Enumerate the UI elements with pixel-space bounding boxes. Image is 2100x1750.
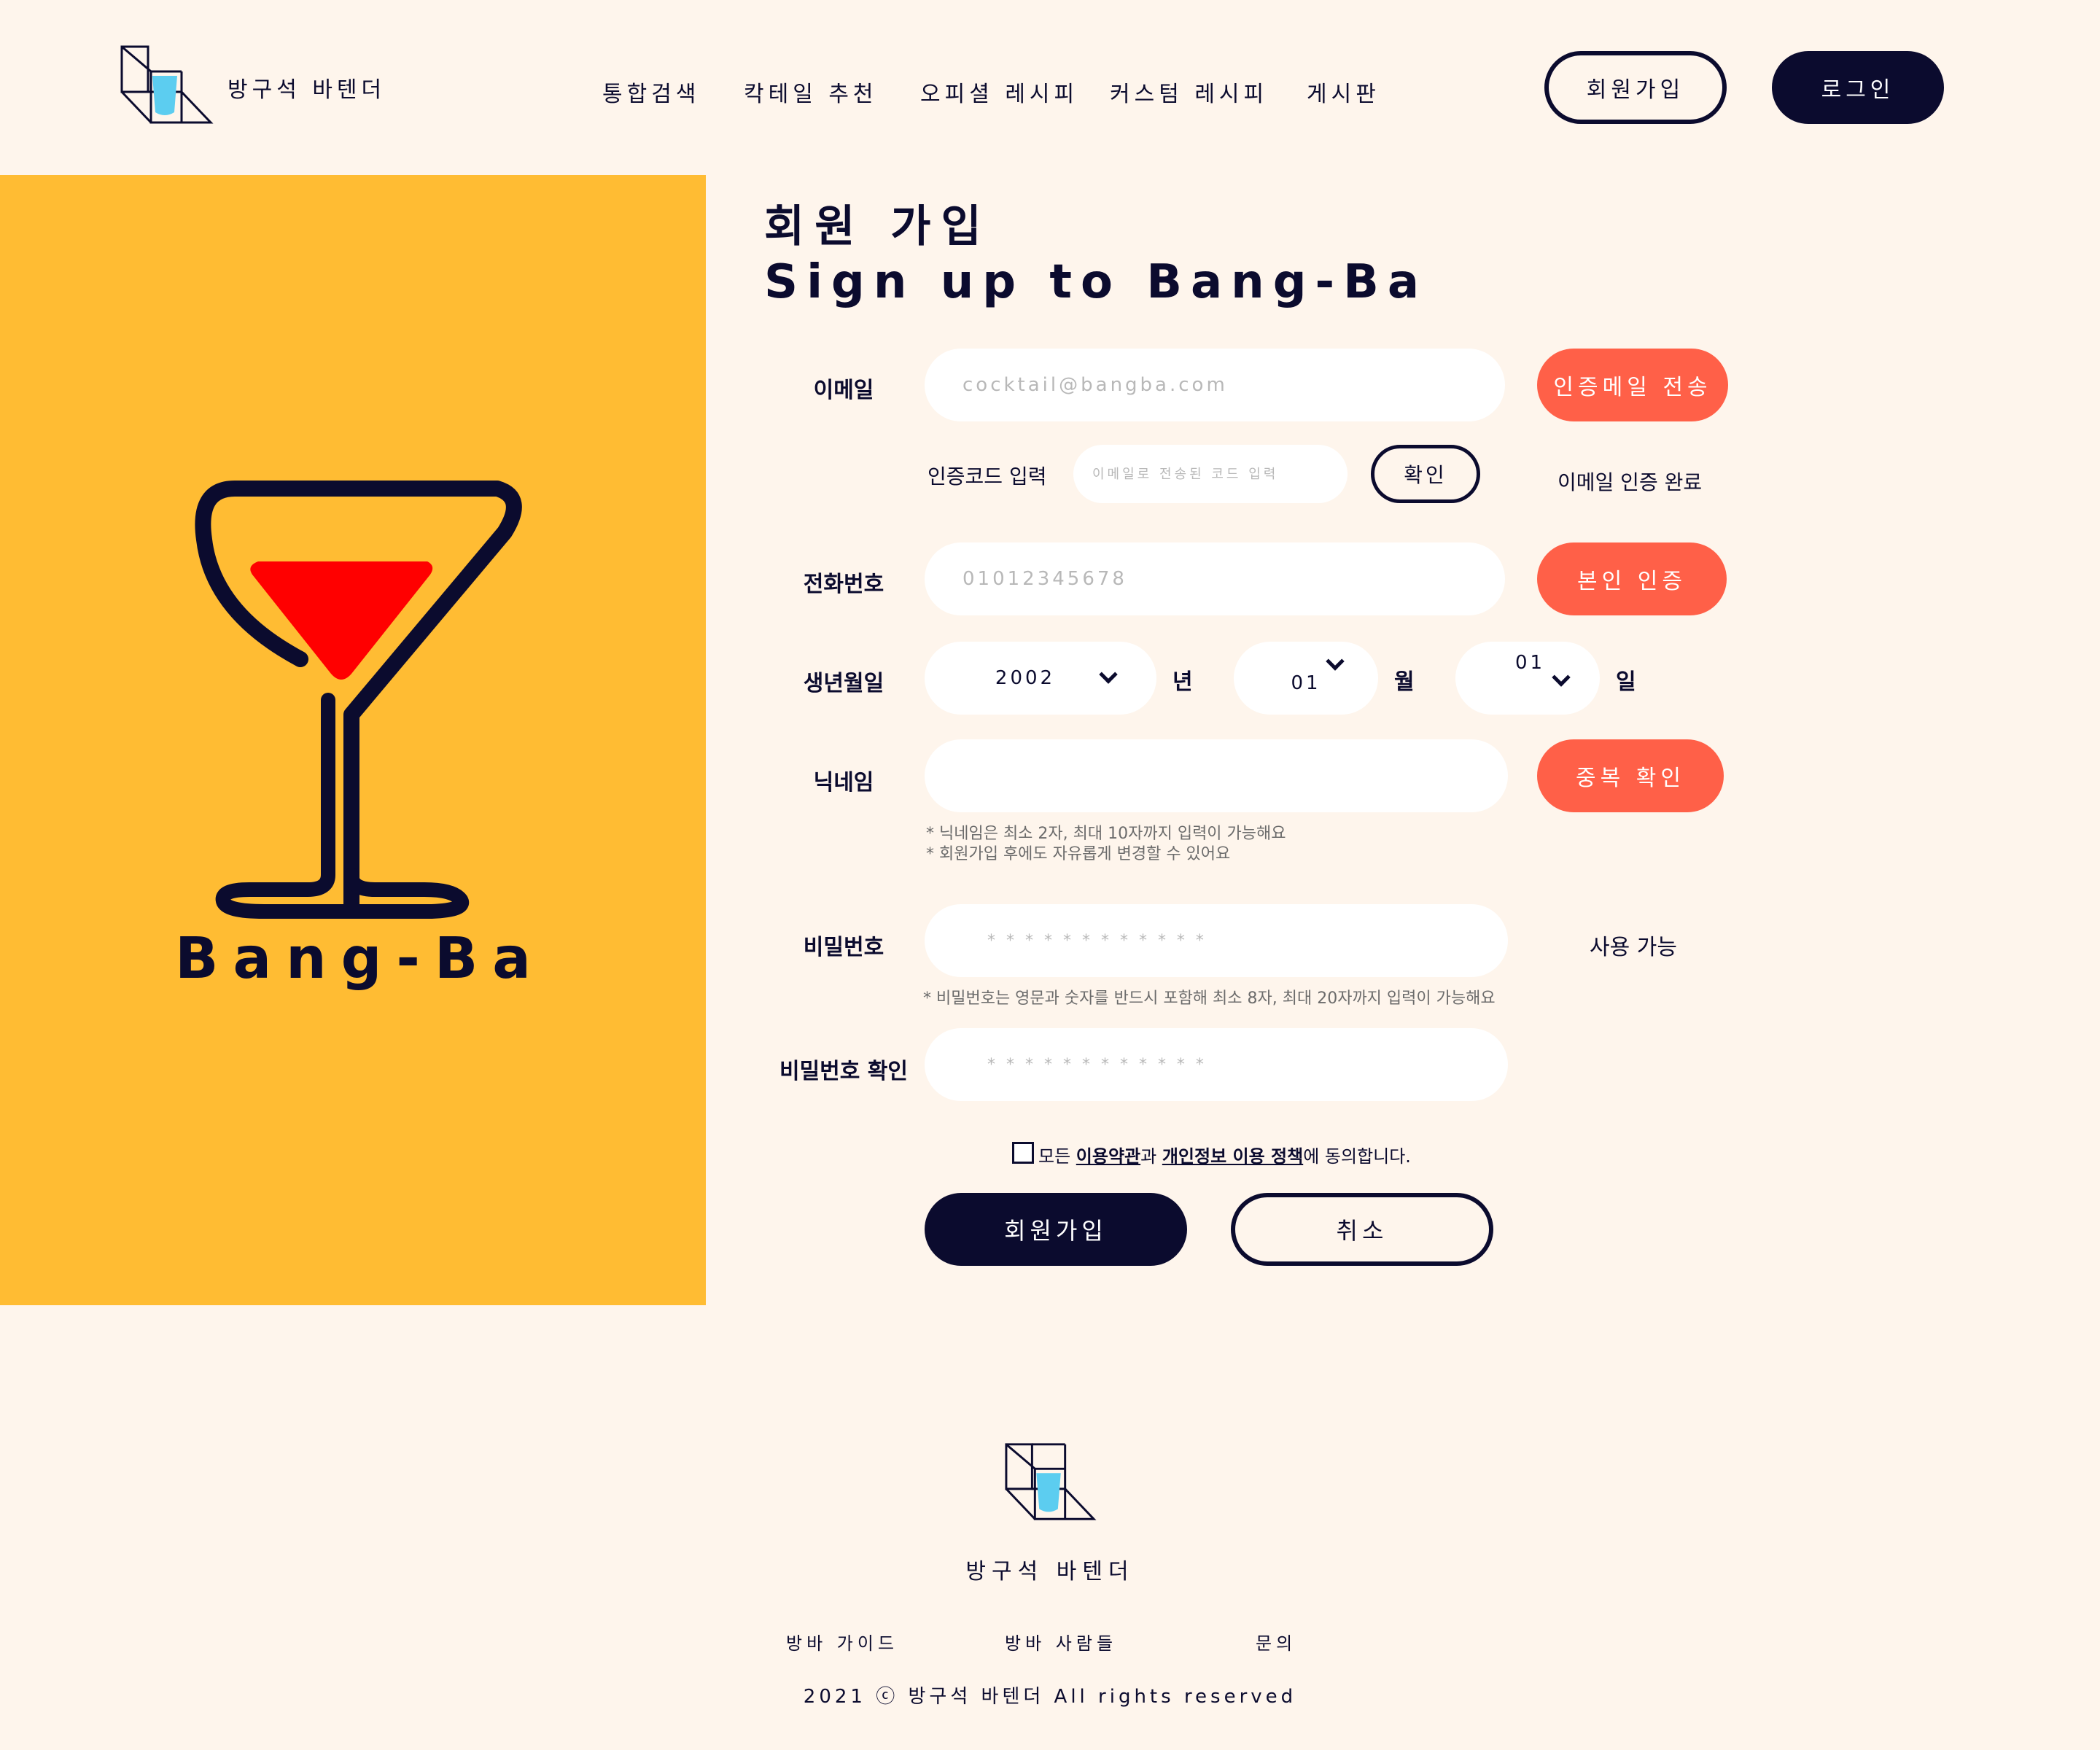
chevron-down-icon — [1552, 668, 1571, 687]
agree-checkbox[interactable] — [1012, 1142, 1034, 1164]
agree-prefix: 모든 — [1038, 1146, 1076, 1167]
day-unit: 일 — [1616, 669, 1636, 695]
email-label: 이메일 — [813, 378, 874, 403]
birth-month-value: 01 — [1291, 672, 1321, 694]
footer-brand-name: 방구석 바텐더 — [965, 1559, 1135, 1584]
password-label: 비밀번호 — [803, 935, 884, 960]
birthdate-label: 생년월일 — [803, 671, 884, 696]
nav-item-board[interactable]: 게시판 — [1307, 76, 1380, 108]
privacy-policy-link[interactable]: 개인정보 이용 정책 — [1162, 1146, 1303, 1167]
birth-year-value: 2002 — [995, 667, 1056, 689]
nickname-help-1: * 닉네임은 최소 2자, 최대 10자까지 입력이 가능해요 — [926, 825, 1286, 843]
logo-icon[interactable] — [119, 44, 214, 128]
header-signup-button[interactable]: 회원가입 — [1544, 51, 1727, 124]
email-verified-status: 이메일 인증 완료 — [1558, 470, 1703, 494]
footer-logo-icon[interactable] — [1003, 1441, 1097, 1525]
page-title-ko: 회원 가입 — [764, 201, 992, 252]
phone-label: 전화번호 — [803, 572, 884, 597]
auth-code-label: 인증코드 입력 — [928, 464, 1047, 489]
agree-text: 모든 이용약관과 개인정보 이용 정책에 동의합니다. — [1038, 1142, 1411, 1167]
cancel-button[interactable]: 취소 — [1231, 1193, 1493, 1266]
month-unit: 월 — [1394, 669, 1415, 695]
chevron-down-icon — [1099, 665, 1118, 684]
email-input[interactable] — [925, 349, 1505, 421]
brand-name[interactable]: 방구석 바텐더 — [228, 71, 386, 104]
password-confirm-input[interactable] — [925, 1028, 1508, 1101]
footer-link-contact[interactable]: 문의 — [1256, 1629, 1296, 1654]
password-input[interactable] — [925, 904, 1508, 977]
nav-item-recommend[interactable]: 칵테일 추천 — [744, 76, 878, 108]
nav-item-search[interactable]: 통합검색 — [602, 76, 700, 108]
nickname-label: 닉네임 — [813, 770, 874, 796]
header-login-button[interactable]: 로그인 — [1772, 51, 1944, 124]
signup-submit-button[interactable]: 회원가입 — [925, 1193, 1187, 1266]
hero-brand-text: Bang-Ba — [175, 926, 545, 992]
password-confirm-label: 비밀번호 확인 — [779, 1059, 909, 1084]
chevron-down-icon — [1326, 652, 1345, 671]
agree-middle: 과 — [1140, 1146, 1162, 1167]
birth-day-value: 01 — [1515, 652, 1546, 674]
nickname-duplicate-check-button[interactable]: 중복 확인 — [1537, 739, 1724, 812]
identity-verify-button[interactable]: 본인 인증 — [1537, 542, 1727, 615]
auth-code-confirm-button[interactable]: 확인 — [1371, 445, 1480, 503]
year-unit: 년 — [1172, 669, 1193, 695]
footer-link-guide[interactable]: 방바 가이드 — [786, 1629, 898, 1654]
send-verification-email-button[interactable]: 인증메일 전송 — [1537, 349, 1728, 421]
birth-month-select[interactable]: 01 — [1234, 642, 1378, 715]
birth-year-select[interactable]: 2002 — [925, 642, 1156, 715]
agree-suffix: 에 동의합니다. — [1303, 1146, 1411, 1167]
terms-link[interactable]: 이용약관 — [1076, 1146, 1140, 1167]
nav-item-official-recipe[interactable]: 오피셜 레시피 — [920, 76, 1078, 108]
page-title-en: Sign up to Bang-Ba — [764, 255, 1428, 309]
nickname-help-2: * 회원가입 후에도 자유롭게 변경할 수 있어요 — [926, 845, 1231, 863]
password-help: * 비밀번호는 영문과 숫자를 반드시 포함해 최소 8자, 최대 20자까지 … — [923, 989, 1496, 1008]
nickname-input[interactable] — [925, 739, 1508, 812]
phone-input[interactable] — [925, 542, 1505, 615]
copyright-text: 2021 ⓒ 방구석 바텐더 All rights reserved — [803, 1686, 1297, 1708]
password-status: 사용 가능 — [1590, 935, 1677, 960]
nav-item-custom-recipe[interactable]: 커스텀 레시피 — [1110, 76, 1268, 108]
cocktail-glass-icon — [195, 481, 522, 919]
auth-code-input[interactable] — [1073, 445, 1348, 503]
footer-link-people[interactable]: 방바 사람들 — [1005, 1629, 1117, 1654]
birth-day-select[interactable]: 01 — [1455, 642, 1600, 715]
